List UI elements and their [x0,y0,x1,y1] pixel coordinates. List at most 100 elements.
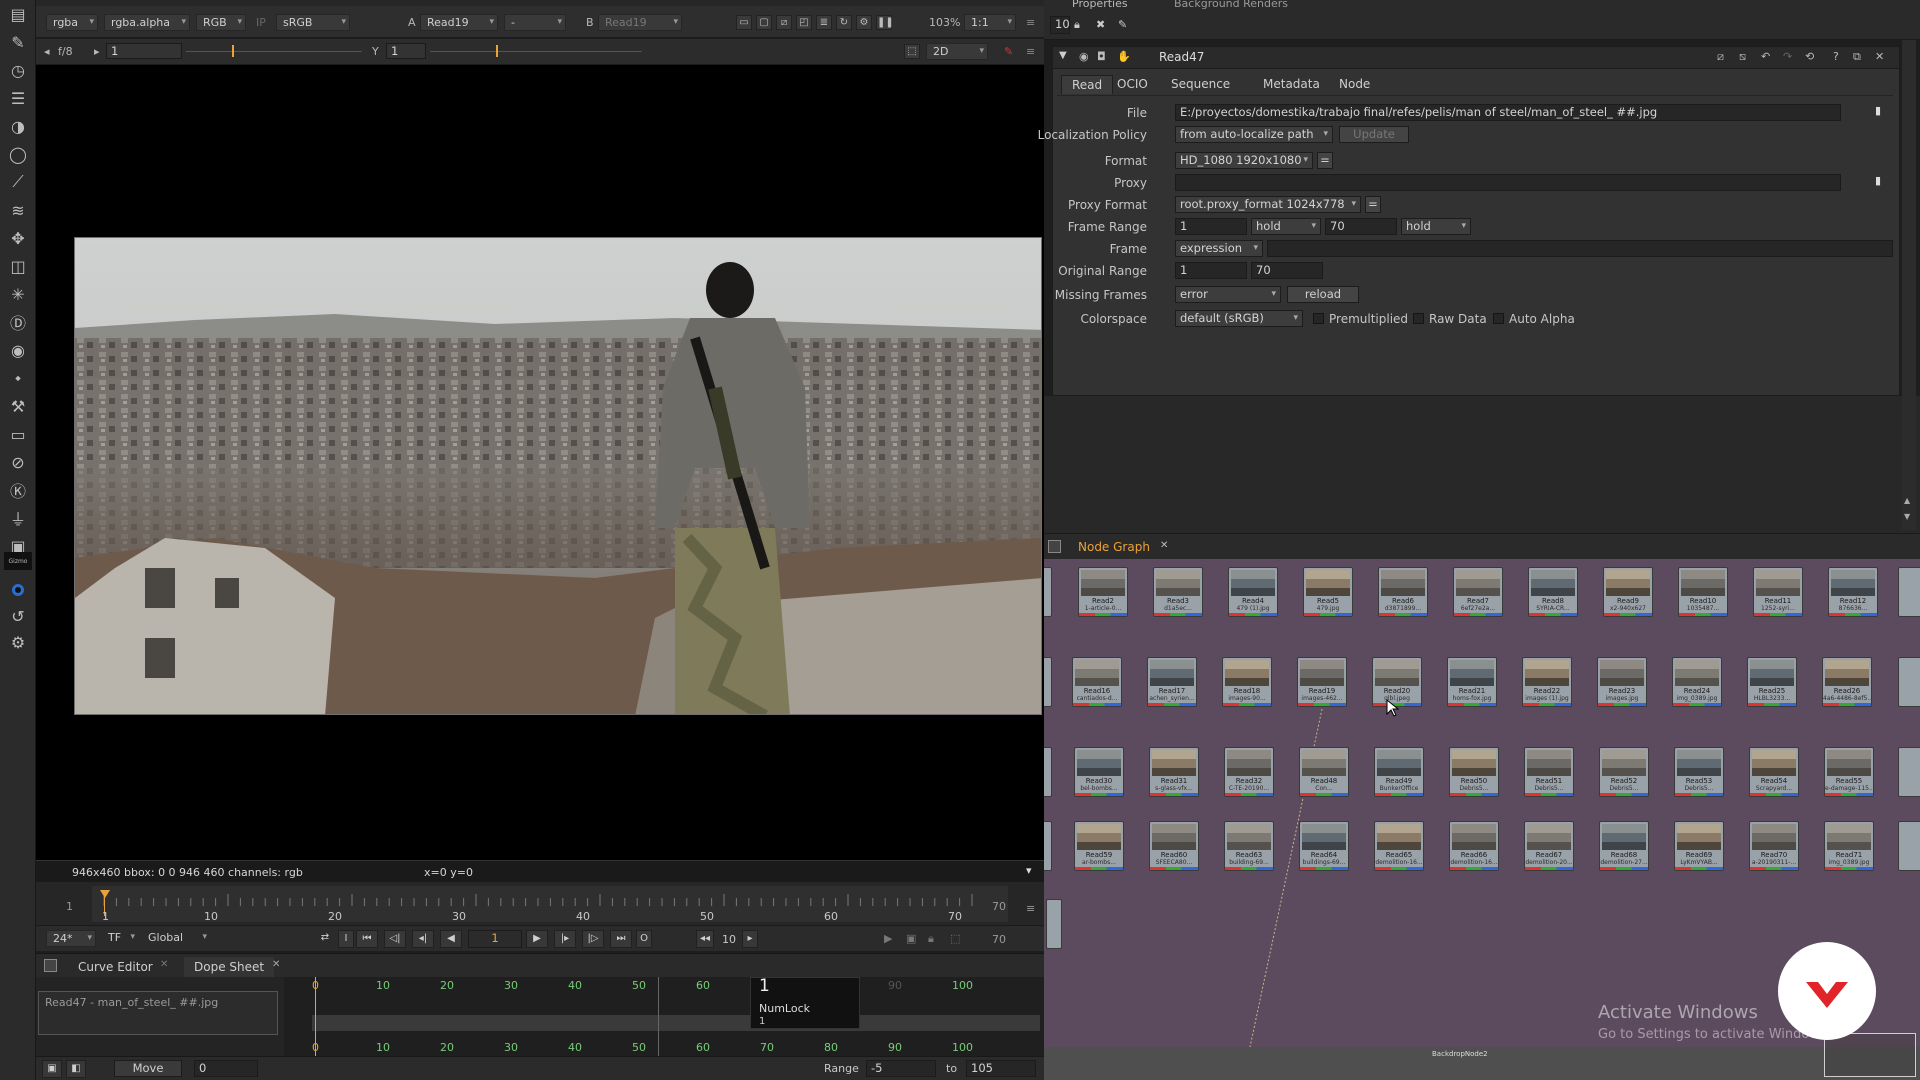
read-node[interactable]: Read12 876636... [1828,567,1878,617]
3d-nodes-icon[interactable]: ◫ [6,254,30,278]
help-icon[interactable]: ? [1833,50,1839,63]
out-point-button[interactable]: O [636,930,652,948]
frame-range-end-input[interactable]: 70 [1325,218,1397,235]
first-frame-button[interactable]: ⏮ [356,930,378,948]
blue-dot-icon[interactable] [6,578,30,602]
read-node[interactable]: Read26 4a6-4486-8ef5... [1822,657,1872,707]
read-node[interactable]: Read25 HLBL3233... [1747,657,1797,707]
image-nodes-icon[interactable]: ▤ [6,2,30,26]
properties-scrollbar[interactable]: ▲ ▼ [1902,40,1916,530]
lock-range-icon[interactable]: 🔒︎ [928,932,934,946]
frame-expression-input[interactable] [1267,240,1893,257]
panel-menu-icon[interactable] [44,959,57,972]
pin-icon[interactable]: 🔒︎ [1074,18,1080,32]
timeline-end[interactable]: 70 [992,900,1006,913]
redo-icon[interactable]: ↷ [1783,50,1792,63]
format-edit-button[interactable]: = [1317,152,1333,169]
node-viewer-icon[interactable]: ◘ [1097,50,1106,63]
skip-forward-button[interactable]: ▸ [742,930,758,948]
time-nodes-icon[interactable]: ◷ [6,58,30,82]
after-frame-select[interactable]: hold [1401,218,1471,235]
read-node[interactable]: Read52 Debris5... [1599,747,1649,797]
read-node[interactable]: Read18 images-90... [1222,657,1272,707]
a-input-select[interactable]: Read19 [420,14,498,31]
gain-arrow-icon[interactable]: ▸ [94,45,100,58]
read-node[interactable]: Read16 cantiados-d... [1072,657,1122,707]
node-color-icon[interactable]: ◉ [1079,50,1089,63]
range-from-input[interactable]: -5 [866,1060,936,1077]
read-node[interactable]: Read22 images (1).jpg [1522,657,1572,707]
original-range-start-input[interactable]: 1 [1175,262,1247,279]
close-curve-editor-icon[interactable]: ✕ [160,959,168,970]
partial-node-right[interactable] [1898,657,1920,707]
settings-nodes-icon[interactable]: ⚙ [6,630,30,654]
partial-node-left[interactable] [1044,567,1052,617]
partial-node-left[interactable] [1044,657,1052,707]
read-node[interactable]: Read66 demolition-16... [1449,821,1499,871]
play-backward-button[interactable]: ◀ [440,930,462,948]
timeline-playhead[interactable] [100,890,110,898]
read-node[interactable]: Read24 img_0389.jpg [1672,657,1722,707]
prev-keyframe-button[interactable]: ◁| [384,930,406,948]
read-node[interactable]: Read55 e-damage-115... [1824,747,1874,797]
gamma-slider-handle[interactable] [496,45,498,57]
read-node[interactable]: Read59 ar-bombs... [1074,821,1124,871]
other-nodes-icon[interactable]: ▭ [6,422,30,446]
tab-curve-editor[interactable]: Curve Editor [68,957,163,977]
skip-back-button[interactable]: ◂◂ [696,930,714,948]
read-node[interactable]: Read63 building-69... [1224,821,1274,871]
read-node[interactable]: Read11 1252-syri... [1753,567,1803,617]
partial-node-left[interactable] [1044,821,1052,871]
proxy-browse-icon[interactable]: ▮ [1875,174,1881,187]
read-node[interactable]: Read23 images.jpg [1597,657,1647,707]
read-node[interactable]: Read65 demolition-16... [1374,821,1424,871]
transform-nodes-icon[interactable]: ✥ [6,226,30,250]
read-node[interactable]: Read70 a-20190311-... [1749,821,1799,871]
read-node[interactable]: Read50 Debris5... [1449,747,1499,797]
color-nodes-icon[interactable]: ◑ [6,114,30,138]
cycle-icon[interactable]: ↺ [6,604,30,628]
read-node[interactable]: Read53 Debris5... [1674,747,1724,797]
proxy-format-select[interactable]: root.proxy_format 1024x778 [1175,196,1361,213]
tab-node-graph[interactable]: Node Graph [1078,540,1150,554]
fps-select[interactable]: 24* [46,930,96,947]
view-mode-select[interactable]: 2D [926,43,988,60]
in-point-button[interactable]: I [338,930,354,948]
read-node[interactable]: Read48 Con... [1299,747,1349,797]
partial-node-left[interactable] [1044,747,1052,797]
read-node[interactable]: Read10 1035487... [1678,567,1728,617]
file-input[interactable]: E:/proyectos/domestika/trabajo final/ref… [1175,104,1841,121]
deep-nodes-icon[interactable]: Ⓓ [6,310,30,334]
backdrop-area[interactable]: BackdropNode2 [1044,1033,1920,1080]
read-node[interactable]: Read7 6ef27e2a... [1453,567,1503,617]
before-frame-select[interactable]: hold [1251,218,1321,235]
gamma-input[interactable]: 1 [386,43,426,59]
read-node[interactable]: Read67 demolition-20... [1524,821,1574,871]
update-button[interactable]: Update [1339,126,1409,143]
overlay-icon[interactable]: ◰ [796,15,812,30]
timeline-start[interactable]: 1 [66,900,73,913]
frame-step-value[interactable]: 10 [722,933,736,946]
move-button[interactable]: Move [114,1060,182,1077]
read-node[interactable]: Read19 images-462... [1297,657,1347,707]
partial-node-right[interactable] [1898,567,1920,617]
read-node[interactable]: Read68 demolition-27... [1599,821,1649,871]
refresh-icon[interactable]: ↻ [836,15,852,30]
close-dope-sheet-icon[interactable]: ✕ [272,959,280,970]
close-panel-icon[interactable]: ✕ [1875,50,1884,63]
read-node[interactable]: Read64 buildings-69... [1299,821,1349,871]
particles-nodes-icon[interactable]: ✳ [6,282,30,306]
compare-operation-select[interactable]: - [504,14,566,31]
missing-frames-select[interactable]: error [1175,286,1281,303]
float-panel-icon[interactable]: ⧉ [1853,50,1861,64]
read-node[interactable]: Read4 479 (1).jpg [1228,567,1278,617]
frame-range-start-input[interactable]: 1 [1175,218,1247,235]
colorspace-select[interactable]: default (sRGB) [1175,310,1303,327]
node-disable-icon[interactable]: ⧅ [1739,50,1746,64]
read-node[interactable]: Read8 SYRIA-CR... [1528,567,1578,617]
read-node[interactable]: Read6 d3871899... [1378,567,1428,617]
localization-policy-select[interactable]: from auto-localize path [1175,126,1333,143]
timeline-menu-icon[interactable]: ≡ [1026,902,1035,915]
draw-nodes-icon[interactable]: ✎ [6,30,30,54]
display-channels-select[interactable]: RGB [196,14,246,31]
